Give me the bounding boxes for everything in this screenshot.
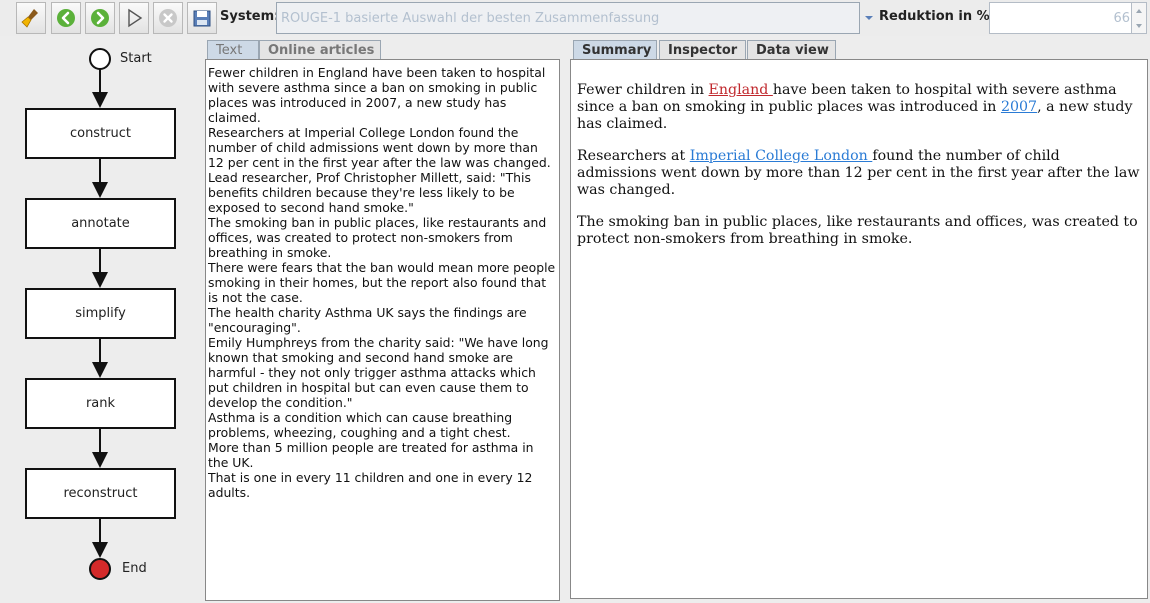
spin-up-button[interactable] [1132,3,1146,18]
stop-button[interactable] [153,2,183,34]
article-text: Fewer children in England have been take… [208,65,556,500]
entity-imperial-college-london[interactable]: Imperial College London [690,148,873,164]
article-text-panel[interactable]: Fewer children in England have been take… [205,59,560,601]
toolbar: System: ROUGE-1 basierte Auswahl der bes… [0,0,1150,36]
workflow-diagram: Start construct annotate simplify rank r… [0,38,201,603]
article-paragraph: Emily Humphreys from the charity said: "… [208,335,549,410]
tab-text[interactable]: Text [207,40,259,60]
summary-paragraph: Researchers at Imperial College London f… [577,148,1140,198]
end-node [89,558,111,580]
reduction-label: Reduktion in %: [879,9,995,24]
summary-text: Fewer children in England have been take… [577,82,1141,263]
chevron-down-icon [865,16,873,20]
article-paragraph: The health charity Asthma UK says the fi… [208,305,527,335]
broom-icon [21,9,38,28]
summary-panel[interactable]: Fewer children in England have been take… [570,59,1148,599]
reduction-input[interactable]: 66 [989,2,1135,34]
article-paragraph: Asthma is a condition which can cause br… [208,410,513,440]
tab-summary[interactable]: Summary [573,40,657,60]
tab-inspector[interactable]: Inspector [659,40,746,60]
article-paragraph: Fewer children in England have been take… [208,65,546,125]
stop-icon [159,9,177,27]
clear-button[interactable] [16,2,46,34]
chevron-up-icon [1136,8,1142,13]
start-node [89,48,111,70]
article-paragraph: More than 5 million people are treated f… [208,440,534,470]
article-paragraph: Researchers at Imperial College London f… [208,125,551,170]
load-button[interactable] [187,2,217,34]
start-label: Start [120,51,152,66]
load-icon [193,10,211,27]
article-paragraph: Lead researcher, Prof Christopher Millet… [208,170,531,215]
system-label: System: [220,9,280,24]
entity-england[interactable]: England [709,82,773,98]
summary-paragraph: Fewer children in England have been take… [577,82,1133,132]
summary-paragraph: The smoking ban in public places, like r… [577,214,1138,247]
spin-down-button[interactable] [1132,18,1146,33]
article-paragraph: There were fears that the ban would mean… [208,260,556,305]
end-label: End [122,561,147,576]
run-button[interactable] [119,2,149,34]
forward-arrow-icon [91,9,109,27]
reduction-stepper[interactable] [1131,2,1147,34]
entity-2007[interactable]: 2007 [1001,99,1037,115]
left-tab-bar: Text Online articles [207,40,557,60]
reduction-value: 66 [1113,11,1130,26]
step-rank[interactable]: rank [25,378,176,429]
system-select-value: ROUGE-1 basierte Auswahl der besten Zusa… [281,11,660,26]
article-paragraph: That is one in every 11 children and one… [208,470,533,500]
back-arrow-icon [57,9,75,27]
system-select[interactable]: ROUGE-1 basierte Auswahl der besten Zusa… [276,2,860,34]
forward-button[interactable] [85,2,115,34]
right-tab-bar: Summary Inspector Data view [573,40,1143,60]
tab-data-view[interactable]: Data view [747,40,836,60]
step-construct[interactable]: construct [25,108,176,159]
step-simplify[interactable]: simplify [25,288,176,339]
run-icon [128,8,143,28]
article-paragraph: The smoking ban in public places, like r… [208,215,547,260]
step-annotate[interactable]: annotate [25,198,176,249]
tab-online-articles[interactable]: Online articles [259,40,381,60]
step-reconstruct[interactable]: reconstruct [25,468,176,519]
chevron-down-icon [1136,23,1142,28]
back-button[interactable] [51,2,81,34]
system-select-dropdown[interactable] [861,2,877,34]
